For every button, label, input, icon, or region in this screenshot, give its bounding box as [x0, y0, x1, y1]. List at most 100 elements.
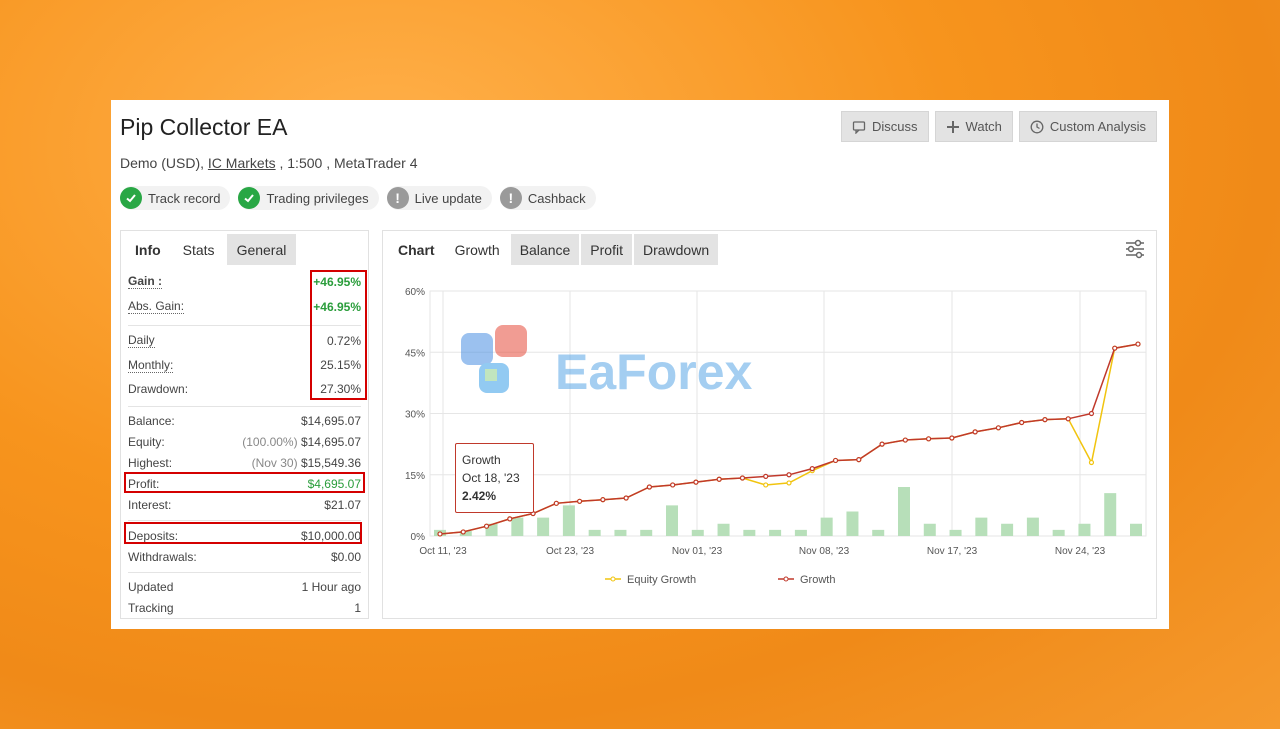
growth-point[interactable] — [437, 531, 443, 537]
growth-point[interactable] — [1019, 419, 1025, 426]
badge-cashback[interactable]: ! Cashback — [499, 186, 596, 210]
broker-link[interactable]: IC Markets — [208, 155, 276, 171]
growth-point[interactable] — [1135, 341, 1141, 347]
volume-bar — [588, 529, 601, 536]
chat-icon — [852, 120, 866, 134]
volume-bar — [640, 529, 653, 536]
watch-button[interactable]: Watch — [934, 111, 1013, 142]
legend-marker-icon — [610, 576, 616, 582]
chart-panel: Chart Growth Balance Profit Drawdown 0% 1… — [382, 230, 1157, 619]
y-tick-label: 60% — [405, 287, 425, 298]
growth-point[interactable] — [623, 495, 629, 501]
stat-row-updated: Updated 1 Hour ago — [128, 576, 361, 598]
growth-point[interactable] — [879, 441, 885, 447]
daily-label[interactable]: Daily — [128, 333, 155, 348]
abs-gain-label[interactable]: Abs. Gain: — [128, 299, 185, 314]
custom-analysis-label: Custom Analysis — [1049, 119, 1146, 134]
growth-point[interactable] — [832, 457, 839, 464]
interest-label: Interest: — [128, 497, 172, 512]
tab-stats[interactable]: Stats — [173, 234, 225, 265]
growth-point[interactable] — [646, 484, 652, 490]
gain-label[interactable]: Gain : — [128, 274, 163, 289]
equity-growth-point[interactable] — [1088, 459, 1095, 466]
stats-tabs: Info Stats General — [125, 234, 297, 265]
growth-point[interactable] — [786, 472, 792, 478]
tab-info[interactable]: Info — [125, 234, 171, 265]
tab-drawdown[interactable]: Drawdown — [633, 234, 719, 265]
y-tick-label: 30% — [405, 410, 425, 421]
stat-row-tracking: Tracking 1 — [128, 598, 361, 618]
y-tick-label: 0% — [411, 532, 426, 543]
volume-bar — [1078, 523, 1091, 536]
growth-point[interactable] — [809, 466, 815, 472]
growth-point[interactable] — [902, 437, 908, 443]
growth-point[interactable] — [925, 436, 932, 442]
volume-bar — [820, 517, 833, 536]
growth-point[interactable] — [716, 476, 722, 482]
withdrawals-label: Withdrawals: — [128, 549, 197, 564]
growth-point[interactable] — [739, 475, 746, 481]
discuss-button[interactable]: Discuss — [841, 111, 929, 142]
growth-point[interactable] — [600, 497, 606, 503]
growth-point[interactable] — [1065, 416, 1071, 422]
growth-point[interactable] — [995, 425, 1002, 431]
x-tick-label: Nov 24, '23 — [1055, 546, 1106, 557]
growth-point[interactable] — [1088, 410, 1095, 417]
tab-general[interactable]: General — [226, 234, 297, 265]
highest-date: (Nov 30) — [251, 456, 298, 470]
highlight-box-profit — [124, 472, 365, 493]
discuss-label: Discuss — [872, 119, 918, 134]
volume-bar — [794, 529, 807, 536]
monthly-label[interactable]: Monthly: — [128, 358, 174, 373]
custom-analysis-button[interactable]: Custom Analysis — [1018, 111, 1157, 142]
growth-point[interactable] — [1042, 417, 1048, 423]
growth-point[interactable] — [1112, 345, 1118, 351]
badge-live-update[interactable]: ! Live update — [386, 186, 492, 210]
volume-bar — [769, 529, 782, 536]
growth-point[interactable] — [693, 479, 699, 485]
growth-chart[interactable]: 0% 15% 30% 45% 60% Oct 11, '23 Oct 23, '23 Nov … — [383, 271, 1156, 611]
volume-bar — [898, 487, 910, 536]
volume-bar — [691, 529, 704, 536]
watermark-text: EaForex — [555, 344, 753, 400]
volume-bar — [1104, 493, 1117, 536]
growth-point[interactable] — [507, 516, 513, 522]
tab-growth[interactable]: Growth — [446, 234, 509, 265]
x-tick-label: Oct 23, '23 — [546, 546, 594, 557]
equity-percent: (100.00%) — [242, 435, 298, 449]
volume-bar — [537, 517, 550, 536]
sliders-icon[interactable] — [1124, 239, 1146, 259]
clock-icon — [1030, 120, 1044, 133]
highest-value: (Nov 30) $15,549.36 — [252, 456, 361, 470]
growth-point[interactable] — [577, 498, 583, 504]
highlight-box-deposits — [124, 522, 362, 544]
equity-growth-point[interactable] — [763, 482, 769, 488]
y-tick-label: 15% — [405, 471, 425, 482]
legend-label[interactable]: Growth — [800, 574, 835, 586]
growth-point[interactable] — [763, 473, 769, 479]
equity-label: Equity: — [128, 435, 165, 449]
tooltip-title: Growth — [462, 453, 501, 467]
equity-growth-point[interactable] — [786, 480, 792, 486]
badge-trading-privileges[interactable]: Trading privileges — [238, 186, 379, 210]
growth-point[interactable] — [949, 435, 955, 441]
tab-profit[interactable]: Profit — [581, 234, 632, 265]
account-subtitle: Demo (USD), IC Markets , 1:500 , MetaTra… — [120, 155, 417, 171]
highest-amount: $15,549.36 — [300, 456, 361, 470]
growth-point[interactable] — [553, 500, 559, 506]
tab-balance[interactable]: Balance — [510, 234, 580, 265]
equity-value: (100.00%) $14,695.07 — [242, 435, 361, 449]
watch-label: Watch — [965, 119, 1002, 134]
growth-point[interactable] — [483, 523, 490, 529]
stat-row-balance: Balance: $14,695.07 — [128, 410, 361, 432]
growth-point[interactable] — [856, 457, 862, 463]
tab-chart[interactable]: Chart — [389, 234, 444, 265]
account-details: , 1:500 , MetaTrader 4 — [279, 155, 418, 171]
growth-point[interactable] — [972, 429, 978, 435]
exclamation-icon: ! — [499, 187, 522, 209]
chart-tooltip: Growth Oct 18, '23 2.42% — [455, 443, 534, 513]
growth-point[interactable] — [670, 482, 676, 488]
badge-track-record[interactable]: Track record — [120, 186, 231, 210]
legend-label[interactable]: Equity Growth — [627, 574, 696, 586]
growth-point[interactable] — [460, 529, 466, 535]
